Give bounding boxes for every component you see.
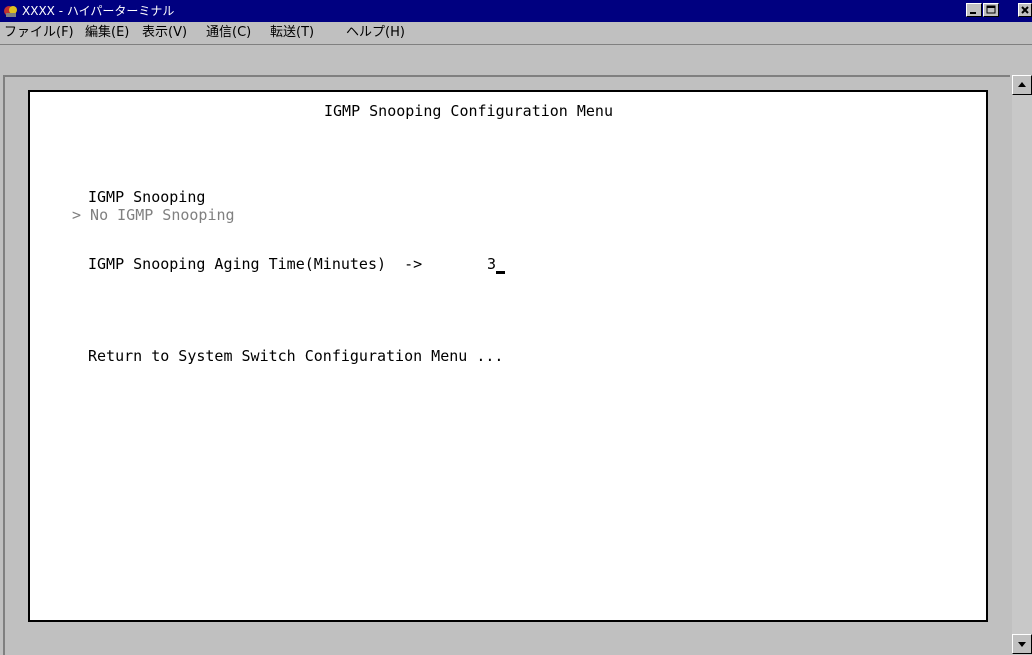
maximize-button[interactable]: [983, 3, 999, 17]
vertical-scrollbar[interactable]: [1012, 75, 1032, 655]
menu-view[interactable]: 表示(V): [142, 25, 187, 41]
menu-title: IGMP Snooping Configuration Menu: [324, 102, 613, 120]
text-cursor: [496, 271, 505, 274]
menu-file[interactable]: ファイル(F): [4, 25, 74, 41]
aging-time-input[interactable]: 3: [487, 255, 496, 273]
menu-help[interactable]: ヘルプ(H): [346, 25, 405, 41]
window-title: XXXX - ハイパーターミナル: [22, 4, 175, 18]
hyperterminal-icon: [4, 6, 17, 17]
close-button[interactable]: [1018, 3, 1032, 17]
menu-transfer[interactable]: 転送(T): [270, 25, 314, 41]
igmp-snooping-option[interactable]: > No IGMP Snooping: [72, 206, 235, 224]
igmp-snooping-label: IGMP Snooping: [88, 188, 206, 206]
maximize-icon: [986, 5, 996, 14]
title-bar: XXXX - ハイパーターミナル: [0, 0, 1032, 22]
scroll-down-button[interactable]: [1012, 634, 1032, 654]
menu-bar: ファイル(F) 編集(E) 表示(V) 通信(C) 転送(T) ヘルプ(H): [0, 22, 1032, 45]
minimize-icon: [970, 12, 976, 14]
arrow-down-icon: [1018, 642, 1026, 647]
arrow-up-icon: [1018, 82, 1026, 87]
close-icon: [1021, 6, 1029, 14]
return-menu-link[interactable]: Return to System Switch Configuration Me…: [88, 347, 503, 365]
menu-communication[interactable]: 通信(C): [206, 25, 251, 41]
menu-edit[interactable]: 編集(E): [85, 25, 129, 41]
minimize-button[interactable]: [966, 3, 982, 17]
aging-time-label: IGMP Snooping Aging Time(Minutes) ->: [88, 255, 423, 273]
scroll-up-button[interactable]: [1012, 75, 1032, 95]
